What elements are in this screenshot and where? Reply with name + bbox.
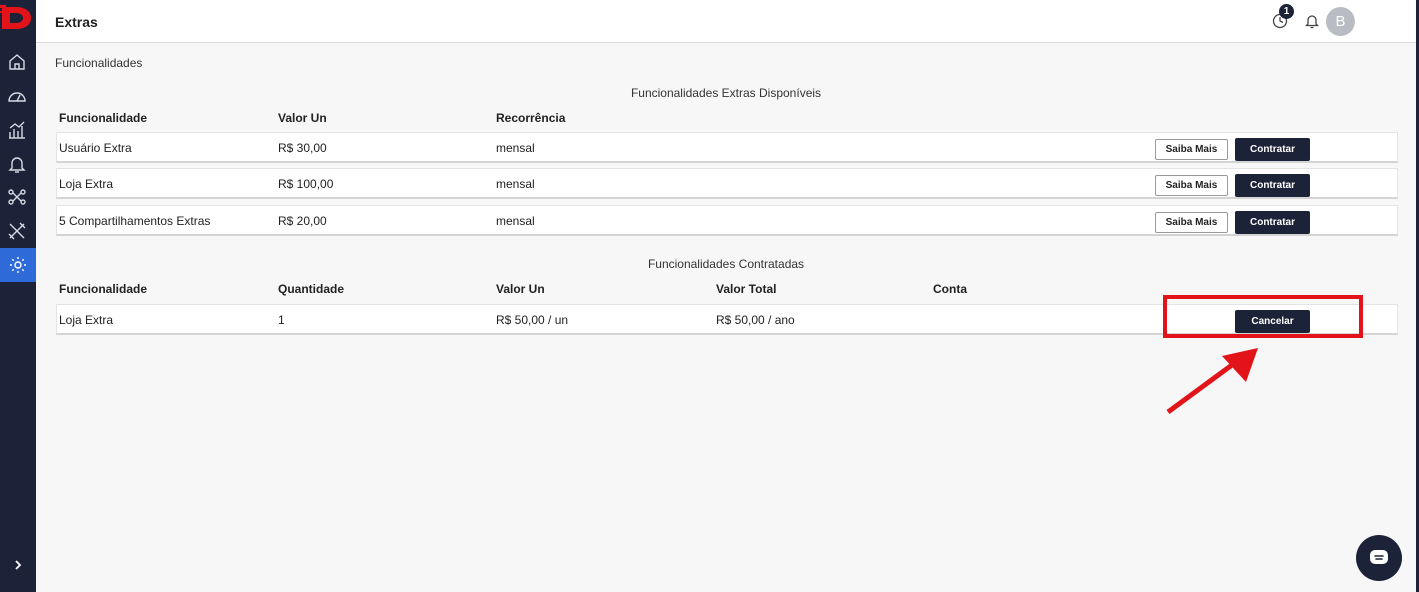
available-table-caption: Funcionalidades Extras Disponíveis — [630, 86, 822, 100]
tools-icon[interactable] — [4, 218, 30, 244]
chat-widget-button[interactable] — [1356, 535, 1402, 581]
bell-icon[interactable] — [4, 151, 30, 177]
contracted-table-caption: Funcionalidades Contratadas — [647, 257, 805, 271]
column-header-valor-un: Valor Un — [496, 282, 545, 296]
column-header-funcionalidade: Funcionalidade — [59, 111, 148, 125]
feature-name: Loja Extra — [59, 177, 114, 191]
analytics-icon[interactable] — [4, 117, 30, 143]
contracted-total: R$ 50,00 / ano — [716, 313, 795, 327]
column-header-recorrencia: Recorrência — [496, 111, 566, 125]
section-label: Funcionalidades — [55, 56, 143, 70]
learn-more-button[interactable]: Saiba Mais — [1155, 139, 1228, 160]
user-avatar[interactable]: B — [1326, 7, 1355, 36]
feature-name: 5 Compartilhamentos Extras — [59, 214, 211, 228]
chat-icon — [1370, 550, 1388, 564]
feature-name: Usuário Extra — [59, 141, 132, 155]
hire-button[interactable]: Contratar — [1235, 174, 1310, 197]
learn-more-button[interactable]: Saiba Mais — [1155, 212, 1228, 233]
feature-recurrence: mensal — [496, 141, 535, 155]
table-row: Loja Extra R$ 100,00 mensal Saiba Mais C… — [56, 168, 1398, 199]
hire-button[interactable]: Contratar — [1235, 138, 1310, 161]
contracted-quantity: 1 — [278, 313, 285, 327]
notifications-icon[interactable] — [1303, 12, 1321, 30]
chevron-right-icon[interactable] — [6, 553, 30, 577]
column-header-conta: Conta — [933, 282, 967, 296]
annotation-arrow — [1166, 348, 1258, 415]
notification-badge: 1 — [1279, 4, 1294, 19]
learn-more-button[interactable]: Saiba Mais — [1155, 175, 1228, 196]
brand-logo[interactable] — [0, 3, 33, 31]
feature-price: R$ 30,00 — [278, 141, 327, 155]
feature-price: R$ 20,00 — [278, 214, 327, 228]
column-header-funcionalidade: Funcionalidade — [59, 282, 148, 296]
integrations-icon[interactable] — [4, 184, 30, 210]
page-title: Extras — [55, 14, 98, 30]
column-header-valor-un: Valor Un — [278, 111, 327, 125]
table-row: 5 Compartilhamentos Extras R$ 20,00 mens… — [56, 205, 1398, 236]
highlight-box — [1163, 295, 1363, 338]
table-row: Usuário Extra R$ 30,00 mensal Saiba Mais… — [56, 132, 1398, 163]
column-header-valor-total: Valor Total — [716, 282, 777, 296]
contracted-name: Loja Extra — [59, 313, 114, 327]
home-icon[interactable] — [4, 49, 30, 75]
sidebar — [0, 0, 36, 592]
contracted-unit-price: R$ 50,00 / un — [496, 313, 569, 327]
column-header-quantidade: Quantidade — [278, 282, 345, 296]
feature-price: R$ 100,00 — [278, 177, 334, 191]
feature-recurrence: mensal — [496, 177, 535, 191]
feature-recurrence: mensal — [496, 214, 535, 228]
dashboard-icon[interactable] — [4, 83, 30, 109]
top-bar: Extras — [36, 0, 1416, 43]
hire-button[interactable]: Contratar — [1235, 211, 1310, 234]
settings-icon[interactable] — [0, 248, 36, 282]
